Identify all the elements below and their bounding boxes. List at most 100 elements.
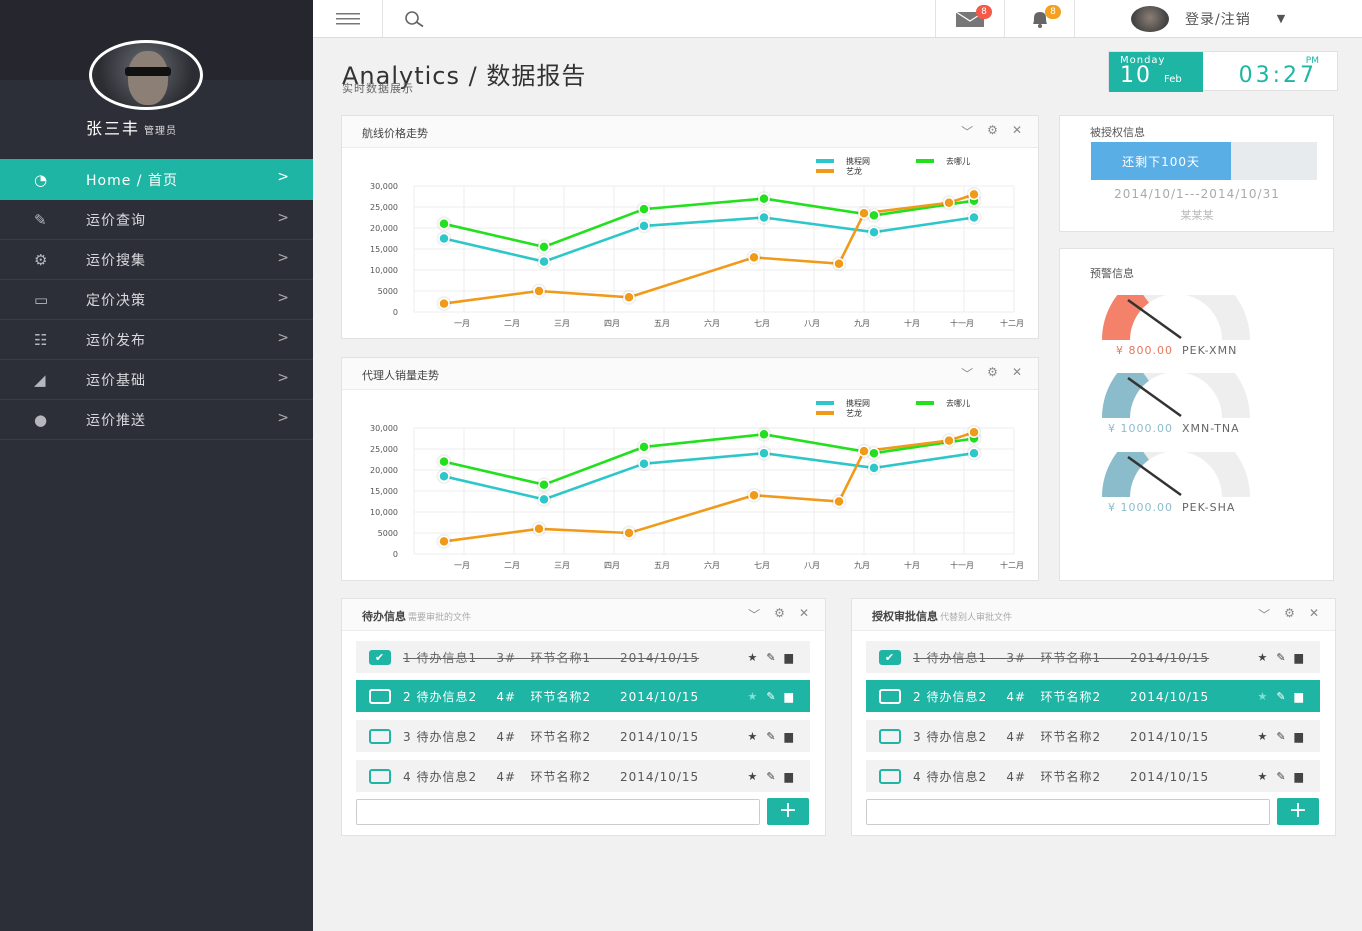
star-icon[interactable]: ★	[1257, 690, 1268, 703]
login-menu[interactable]: 登录/注销 ▼	[1131, 0, 1285, 37]
collapse-icon[interactable]: ﹀	[1258, 606, 1270, 623]
star-icon[interactable]: ★	[747, 651, 758, 664]
notifications-button[interactable]: 8	[1005, 0, 1075, 37]
y-tick-label: 0	[393, 550, 398, 559]
add-todo-button[interactable]: +	[767, 798, 809, 825]
data-point	[868, 462, 880, 474]
data-point	[758, 192, 770, 205]
trash-icon[interactable]: ▆	[1295, 651, 1304, 664]
gear-icon[interactable]: ⚙	[1284, 606, 1295, 623]
list-item[interactable]: 3 待办信息2 4# 环节名称2 2014/10/15 ★ ✎ ▆	[356, 720, 810, 752]
data-point	[868, 226, 880, 238]
add-approval-button[interactable]: +	[1277, 798, 1319, 825]
list-item[interactable]: 3 待办信息2 4# 环节名称2 2014/10/15 ★ ✎ ▆	[866, 720, 1320, 752]
close-icon[interactable]: ✕	[799, 606, 809, 623]
auth-date-range: 2014/10/1---2014/10/31	[1114, 187, 1280, 201]
legend-swatch	[816, 401, 834, 405]
row-checkbox[interactable]	[369, 688, 391, 704]
todo-input[interactable]	[356, 799, 760, 825]
list-item[interactable]: ✔ 1 待办信息1 3# 环节名称1 2014/10/15 ★ ✎ ▆	[866, 641, 1320, 673]
edit-icon[interactable]: ✎	[1276, 770, 1286, 783]
chevron-right-icon: >	[277, 290, 290, 306]
y-tick-label: 30,000	[370, 182, 398, 191]
star-icon[interactable]: ★	[747, 690, 758, 703]
star-icon[interactable]: ★	[1257, 651, 1268, 664]
list-item[interactable]: 2 待办信息2 4# 环节名称2 2014/10/15 ★ ✎ ▆	[866, 680, 1320, 712]
row-checkbox[interactable]	[369, 768, 391, 784]
sidebar-item-1[interactable]: ✎ 运价查询 >	[0, 200, 313, 240]
legend-label: 去哪儿	[946, 156, 970, 166]
x-tick-label: 九月	[854, 561, 870, 570]
trash-icon[interactable]: ▆	[785, 690, 794, 703]
data-point	[968, 211, 980, 224]
close-icon[interactable]: ✕	[1309, 606, 1319, 623]
row-checkbox[interactable]: ✔	[369, 649, 391, 665]
edit-icon[interactable]: ✎	[1276, 690, 1286, 703]
close-icon[interactable]: ✕	[1012, 365, 1022, 382]
edit-icon[interactable]: ✎	[766, 651, 776, 664]
star-icon[interactable]: ★	[747, 770, 758, 783]
panel-tools: ﹀ ⚙ ✕	[748, 606, 809, 623]
star-icon[interactable]: ★	[747, 730, 758, 743]
star-icon[interactable]: ★	[1257, 770, 1268, 783]
list-item[interactable]: 2 待办信息2 4# 环节名称2 2014/10/15 ★ ✎ ▆	[356, 680, 810, 712]
sidebar-item-label: 运价发布	[86, 332, 146, 349]
collapse-icon[interactable]: ﹀	[961, 365, 973, 382]
avatar-glasses	[125, 67, 171, 76]
sidebar-item-4[interactable]: ☷ 运价发布 >	[0, 320, 313, 360]
row-checkbox[interactable]	[879, 768, 901, 784]
collapse-icon[interactable]: ﹀	[961, 123, 973, 140]
y-tick-label: 25,000	[370, 203, 398, 212]
star-icon[interactable]: ★	[1257, 730, 1268, 743]
search-button[interactable]	[383, 0, 447, 37]
list-item[interactable]: 4 待办信息2 4# 环节名称2 2014/10/15 ★ ✎ ▆	[866, 760, 1320, 792]
data-point	[968, 188, 980, 201]
x-tick-label: 三月	[554, 561, 570, 570]
menu-toggle-button[interactable]	[313, 0, 383, 37]
data-point	[438, 470, 450, 483]
x-tick-label: 八月	[804, 319, 820, 328]
row-text: 2 待办信息2 4# 环节名称2 2014/10/15	[913, 689, 1210, 704]
sidebar-item-5[interactable]: ◢ 运价基础 >	[0, 360, 313, 400]
gauge-fill	[1102, 295, 1149, 340]
close-icon[interactable]: ✕	[1012, 123, 1022, 140]
list-item[interactable]: ✔ 1 待办信息1 3# 环节名称1 2014/10/15 ★ ✎ ▆	[356, 641, 810, 673]
edit-icon[interactable]: ✎	[1276, 730, 1286, 743]
trash-icon[interactable]: ▆	[1295, 770, 1304, 783]
edit-icon[interactable]: ✎	[1276, 651, 1286, 664]
mail-button[interactable]: 8	[935, 0, 1005, 37]
trash-icon[interactable]: ▆	[785, 770, 794, 783]
gauge-fill	[1102, 373, 1149, 418]
row-checkbox[interactable]	[369, 728, 391, 744]
gear-icon[interactable]: ⚙	[774, 606, 785, 623]
gear-icon[interactable]: ⚙	[987, 365, 998, 382]
row-checkbox[interactable]	[879, 688, 901, 704]
caret-down-icon[interactable]: ▼	[1277, 12, 1285, 25]
avatar[interactable]	[89, 40, 203, 110]
page-subtitle: 实时数据展示	[342, 82, 414, 95]
data-point	[638, 220, 650, 232]
approval-input[interactable]	[866, 799, 1270, 825]
list-item[interactable]: 4 待办信息2 4# 环节名称2 2014/10/15 ★ ✎ ▆	[356, 760, 810, 792]
x-tick-label: 十一月	[950, 560, 974, 570]
row-checkbox[interactable]: ✔	[879, 649, 901, 665]
trash-icon[interactable]: ▆	[785, 651, 794, 664]
gear-icon[interactable]: ⚙	[987, 123, 998, 140]
login-logout-link[interactable]: 登录/注销	[1185, 9, 1251, 29]
collapse-icon[interactable]: ﹀	[748, 606, 760, 623]
trash-icon[interactable]: ▆	[1295, 690, 1304, 703]
edit-icon[interactable]: ✎	[766, 730, 776, 743]
row-text: 4 待办信息2 4# 环节名称2 2014/10/15	[403, 769, 700, 784]
sidebar-item-6[interactable]: ● 运价推送 >	[0, 400, 313, 440]
edit-icon[interactable]: ✎	[766, 770, 776, 783]
row-checkbox[interactable]	[879, 728, 901, 744]
panel-tools: ﹀ ⚙ ✕	[961, 365, 1022, 382]
sidebar-item-0[interactable]: ◔ Home / 首页 >	[0, 159, 313, 200]
edit-icon[interactable]: ✎	[766, 690, 776, 703]
panel-tools: ﹀ ⚙ ✕	[961, 123, 1022, 140]
trash-icon[interactable]: ▆	[785, 730, 794, 743]
sidebar-item-3[interactable]: ▭ 定价决策 >	[0, 280, 313, 320]
trash-icon[interactable]: ▆	[1295, 730, 1304, 743]
gauge-0	[1102, 295, 1250, 340]
sidebar-item-2[interactable]: ⚙ 运价搜集 >	[0, 240, 313, 280]
